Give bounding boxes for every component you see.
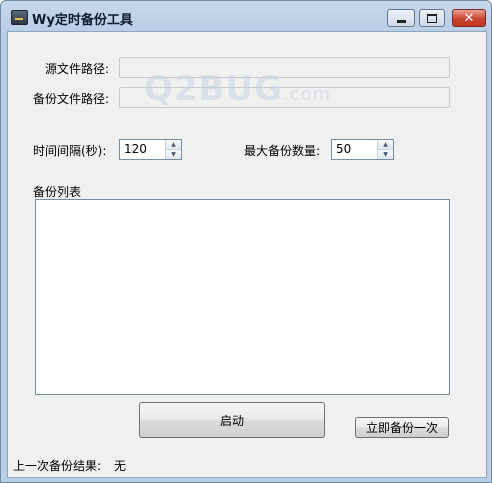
backup-now-button-label: 立即备份一次 [365, 421, 438, 435]
app-icon [11, 10, 28, 25]
backup-path-input[interactable] [119, 87, 450, 108]
start-button[interactable]: 启动 [139, 402, 325, 438]
max-backups-stepper-arrows: ▲ ▼ [377, 140, 393, 159]
app-window: Wy定时备份工具 ✕ 源文件路径: 备份文件路径: 时间间隔(秒): 120 ▲… [0, 0, 492, 483]
interval-stepper-arrows: ▲ ▼ [165, 140, 181, 159]
close-button[interactable]: ✕ [452, 9, 486, 27]
maximize-button[interactable] [419, 9, 445, 27]
window-title: Wy定时备份工具 [32, 13, 133, 28]
backup-list-label: 备份列表 [33, 185, 82, 199]
max-backups-value[interactable]: 50 [332, 140, 377, 159]
minimize-icon [396, 19, 406, 23]
source-path-input[interactable] [119, 57, 450, 78]
max-backups-label: 最大备份数量: [244, 144, 321, 158]
spin-down-icon[interactable]: ▼ [378, 150, 393, 159]
interval-label: 时间间隔(秒): [33, 144, 107, 158]
source-path-label: 源文件路径: [45, 62, 110, 76]
spin-up-icon[interactable]: ▲ [378, 140, 393, 150]
last-result-label: 上一次备份结果: [13, 459, 102, 473]
spin-down-icon[interactable]: ▼ [166, 150, 181, 159]
maximize-icon [427, 13, 437, 23]
backup-now-button[interactable]: 立即备份一次 [355, 417, 449, 438]
minimize-button[interactable] [387, 9, 415, 27]
max-backups-stepper[interactable]: 50 ▲ ▼ [331, 139, 394, 160]
start-button-label: 启动 [219, 413, 244, 428]
title-bar[interactable]: Wy定时备份工具 ✕ [1, 1, 491, 31]
interval-stepper[interactable]: 120 ▲ ▼ [119, 139, 182, 160]
backup-list[interactable] [35, 199, 450, 395]
spin-up-icon[interactable]: ▲ [166, 140, 181, 150]
interval-value[interactable]: 120 [120, 140, 165, 159]
backup-path-label: 备份文件路径: [33, 92, 110, 106]
close-icon: ✕ [463, 10, 475, 26]
client-area: 源文件路径: 备份文件路径: 时间间隔(秒): 120 ▲ ▼ 最大备份数量: … [7, 31, 487, 478]
last-result-value: 无 [114, 459, 127, 473]
